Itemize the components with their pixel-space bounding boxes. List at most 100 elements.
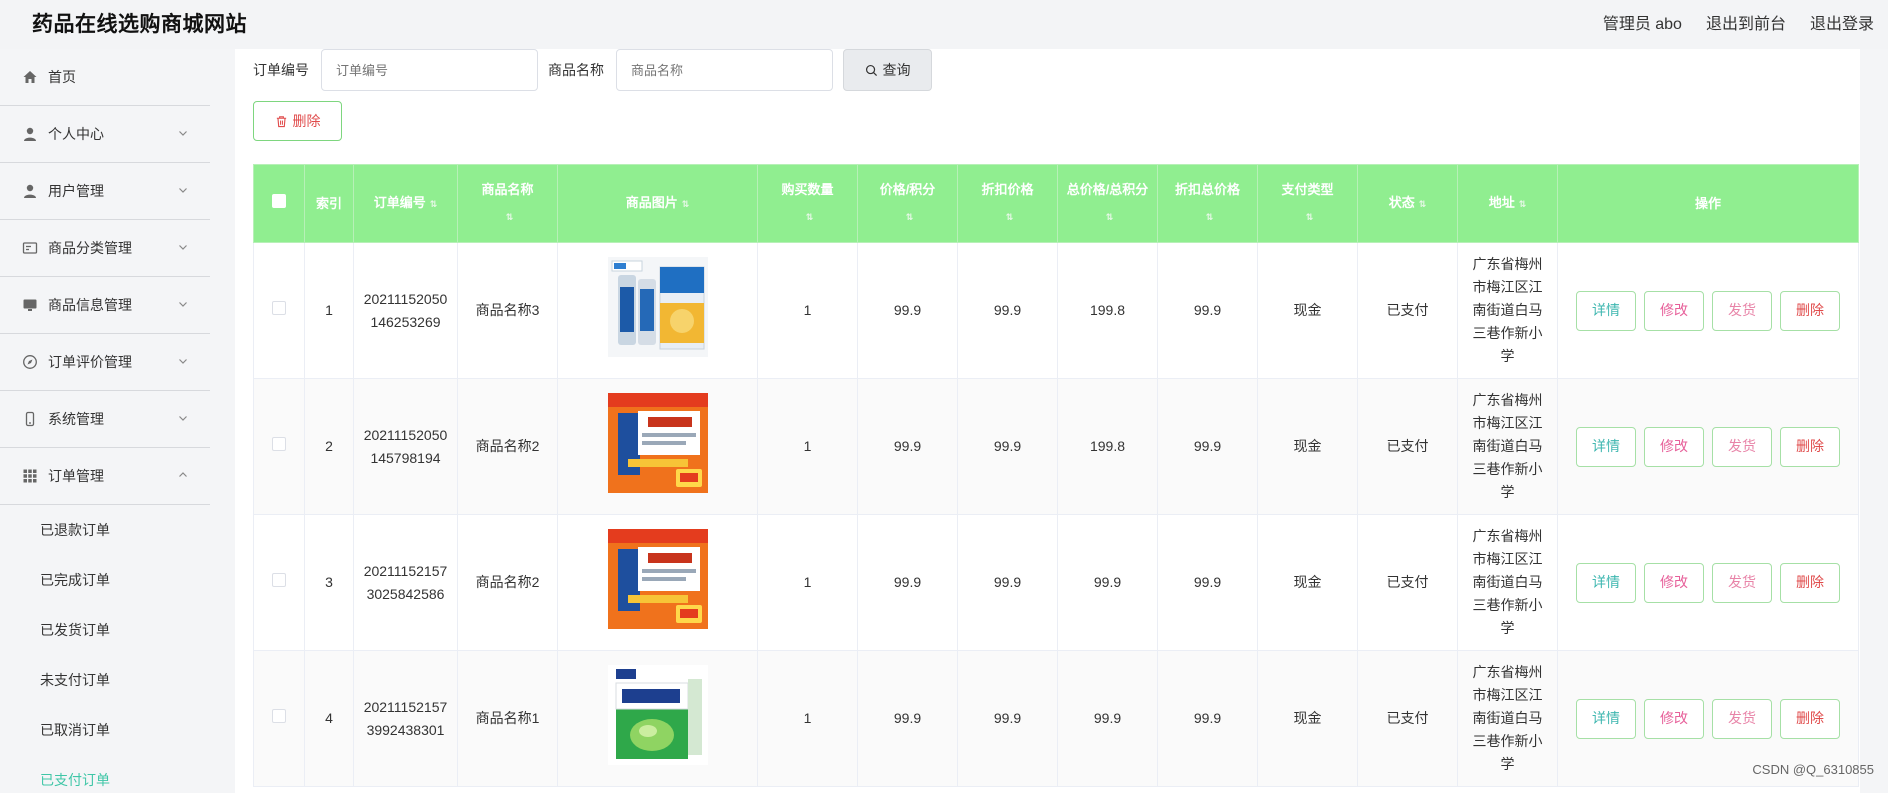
sort-icon[interactable]: ⇅ bbox=[906, 204, 914, 230]
column-header[interactable]: 商品名称 ⇅ bbox=[457, 164, 558, 243]
edit-button[interactable]: 修改 bbox=[1644, 426, 1704, 467]
search-button[interactable]: 查询 bbox=[843, 49, 932, 91]
row-select-cell[interactable] bbox=[253, 650, 305, 787]
quantity-cell: 1 bbox=[757, 650, 858, 787]
sidebar-item-label: 系统管理 bbox=[48, 411, 104, 427]
discount-total-cell: 99.9 bbox=[1157, 242, 1258, 379]
sort-icon[interactable]: ⇅ bbox=[1206, 204, 1214, 230]
product-name-input[interactable] bbox=[616, 49, 833, 91]
sidebar-item-review-management[interactable]: 订单评价管理 bbox=[0, 334, 210, 391]
compass-icon bbox=[22, 354, 38, 370]
app-title: 药品在线选购商城网站 bbox=[32, 13, 247, 36]
delete-button[interactable]: 删除 bbox=[1780, 426, 1840, 467]
edit-button[interactable]: 修改 bbox=[1644, 290, 1704, 331]
admin-user-label[interactable]: 管理员 abo bbox=[1603, 10, 1682, 34]
column-header[interactable]: 总价格/总积分⇅ bbox=[1057, 164, 1158, 243]
ship-button[interactable]: 发货 bbox=[1712, 290, 1772, 331]
total-price-cell: 99.9 bbox=[1057, 514, 1158, 651]
detail-button[interactable]: 详情 bbox=[1576, 426, 1636, 467]
row-checkbox[interactable] bbox=[272, 301, 286, 315]
row-checkbox[interactable] bbox=[272, 709, 286, 723]
product-image-cell bbox=[557, 378, 758, 515]
sidebar-item-category-management[interactable]: 商品分类管理 bbox=[0, 220, 210, 277]
column-header[interactable]: 购买数量 ⇅ bbox=[757, 164, 858, 243]
column-header[interactable]: 状态 ⇅ bbox=[1357, 164, 1458, 243]
ship-button[interactable]: 发货 bbox=[1712, 562, 1772, 603]
row-checkbox[interactable] bbox=[272, 573, 286, 587]
sidebar-subitem-paid-orders[interactable]: 已支付订单 bbox=[0, 755, 210, 793]
select-all-checkbox[interactable] bbox=[272, 193, 286, 208]
edit-button[interactable]: 修改 bbox=[1644, 698, 1704, 739]
table-row: 4 202111521573992438301 商品名称1 1 99.9 99.… bbox=[253, 650, 1859, 787]
price-cell: 99.9 bbox=[857, 242, 958, 379]
sidebar-subitem-refunded-orders[interactable]: 已退款订单 bbox=[0, 505, 210, 555]
detail-button[interactable]: 详情 bbox=[1576, 562, 1636, 603]
product-image-cell bbox=[557, 514, 758, 651]
detail-button[interactable]: 详情 bbox=[1576, 290, 1636, 331]
sidebar-subitem-completed-orders[interactable]: 已完成订单 bbox=[0, 555, 210, 605]
delete-button[interactable]: 删除 bbox=[1780, 290, 1840, 331]
sidebar-item-system-management[interactable]: 系统管理 bbox=[0, 391, 210, 448]
top-bar: 药品在线选购商城网站 管理员 abo 退出到前台 退出登录 bbox=[0, 0, 1888, 49]
row-select-cell[interactable] bbox=[253, 242, 305, 379]
sort-icon[interactable]: ⇅ bbox=[1106, 204, 1114, 230]
column-header[interactable]: 商品图片 ⇅ bbox=[557, 164, 758, 243]
product-image-orange-box[interactable] bbox=[607, 393, 708, 493]
sidebar-item-order-management[interactable]: 订单管理 bbox=[0, 448, 210, 505]
ship-button[interactable]: 发货 bbox=[1712, 426, 1772, 467]
index-cell: 3 bbox=[304, 514, 354, 651]
order-no-cell: 202111521573025842586 bbox=[353, 514, 458, 651]
operations-cell: 详情 修改 发货 删除 bbox=[1557, 514, 1859, 651]
product-name-cell: 商品名称1 bbox=[457, 650, 558, 787]
home-icon bbox=[22, 69, 38, 85]
select-all-cell[interactable] bbox=[253, 164, 305, 243]
column-header[interactable]: 订单编号 ⇅ bbox=[353, 164, 458, 243]
sort-icon[interactable]: ⇅ bbox=[1419, 191, 1427, 217]
sort-icon[interactable]: ⇅ bbox=[1006, 204, 1014, 230]
sort-icon[interactable]: ⇅ bbox=[1519, 191, 1527, 217]
column-header: 操作 bbox=[1557, 164, 1859, 243]
row-select-cell[interactable] bbox=[253, 514, 305, 651]
sidebar-item-user-management[interactable]: 用户管理 bbox=[0, 163, 210, 220]
column-header: 索引 bbox=[304, 164, 354, 243]
sidebar-item-label: 商品信息管理 bbox=[48, 297, 132, 313]
column-header[interactable]: 折扣价格 ⇅ bbox=[957, 164, 1058, 243]
batch-delete-button[interactable]: 删除 bbox=[253, 101, 342, 141]
sort-icon[interactable]: ⇅ bbox=[682, 191, 690, 217]
delete-button[interactable]: 删除 bbox=[1780, 562, 1840, 603]
product-name-cell: 商品名称2 bbox=[457, 514, 558, 651]
sort-icon[interactable]: ⇅ bbox=[806, 204, 814, 230]
sidebar-item-home[interactable]: 首页 bbox=[0, 49, 210, 106]
ship-button[interactable]: 发货 bbox=[1712, 698, 1772, 739]
product-image-blue-tubes[interactable] bbox=[607, 257, 708, 357]
back-to-front-link[interactable]: 退出到前台 bbox=[1706, 10, 1786, 34]
row-checkbox[interactable] bbox=[272, 437, 286, 451]
address-cell: 广东省梅州市梅江区江南街道白马三巷作新小学 bbox=[1457, 650, 1558, 787]
product-image-cell bbox=[557, 650, 758, 787]
product-image-green-box[interactable] bbox=[607, 665, 708, 765]
sidebar-item-label: 个人中心 bbox=[48, 126, 104, 142]
column-header[interactable]: 价格/积分 ⇅ bbox=[857, 164, 958, 243]
sidebar-subitem-unpaid-orders[interactable]: 未支付订单 bbox=[0, 655, 210, 705]
sidebar-subitem-cancelled-orders[interactable]: 已取消订单 bbox=[0, 705, 210, 755]
product-image-orange-box[interactable] bbox=[607, 529, 708, 629]
delete-button[interactable]: 删除 bbox=[1780, 698, 1840, 739]
column-header[interactable]: 折扣总价格 ⇅ bbox=[1157, 164, 1258, 243]
edit-button[interactable]: 修改 bbox=[1644, 562, 1704, 603]
column-header[interactable]: 地址 ⇅ bbox=[1457, 164, 1558, 243]
sort-icon[interactable]: ⇅ bbox=[430, 191, 438, 217]
product-name-label: 商品名称 bbox=[548, 62, 604, 78]
sort-icon[interactable]: ⇅ bbox=[506, 204, 514, 230]
table-header-row: 索引 订单编号 ⇅ 商品名称 ⇅ 商品图片 ⇅ 购买数量 ⇅ 价格/积分 ⇅ 折扣价格 ⇅ … bbox=[253, 164, 1859, 243]
price-cell: 99.9 bbox=[857, 514, 958, 651]
column-header[interactable]: 支付类型 ⇅ bbox=[1257, 164, 1358, 243]
sort-icon[interactable]: ⇅ bbox=[1306, 204, 1314, 230]
main-content: 订单编号 商品名称 查询 删除 索引 订单编号⇅ 商品名称⇅ bbox=[235, 49, 1860, 793]
order-no-input[interactable] bbox=[321, 49, 538, 91]
row-select-cell[interactable] bbox=[253, 378, 305, 515]
sidebar-item-personal-center[interactable]: 个人中心 bbox=[0, 106, 210, 163]
sidebar-item-product-management[interactable]: 商品信息管理 bbox=[0, 277, 210, 334]
detail-button[interactable]: 详情 bbox=[1576, 698, 1636, 739]
logout-link[interactable]: 退出登录 bbox=[1810, 10, 1874, 34]
sidebar-subitem-shipped-orders[interactable]: 已发货订单 bbox=[0, 605, 210, 655]
